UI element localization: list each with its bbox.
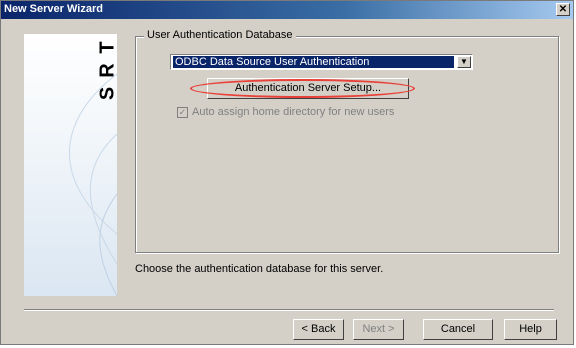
select-selected-value: ODBC Data Source User Authentication [173,56,454,68]
step-description: Choose the authentication database for t… [135,263,384,275]
title-bar[interactable]: New Server Wizard ✕ [1,1,573,19]
chevron-down-icon[interactable]: ▼ [457,56,471,68]
next-button[interactable]: Next > [353,319,404,340]
banner-logo: T R S [96,36,118,105]
banner-letter: R [96,63,118,78]
auto-assign-label: Auto assign home directory for new users [192,106,395,118]
footer-separator [24,309,554,311]
authentication-database-select[interactable]: ODBC Data Source User Authentication ▼ [170,54,473,70]
wizard-banner-image: T R S [24,34,117,296]
highlight-annotation [190,79,415,98]
close-icon: ✕ [558,4,568,15]
close-button[interactable]: ✕ [556,3,570,16]
help-button[interactable]: Help [504,319,557,340]
banner-letter: S [96,86,118,101]
window-title: New Server Wizard [4,3,103,15]
group-label: User Authentication Database [144,29,296,41]
banner-letter: T [96,41,118,54]
cancel-button[interactable]: Cancel [423,319,493,340]
back-button[interactable]: < Back [293,319,344,340]
auto-assign-checkbox[interactable]: ✓ [177,107,188,118]
wizard-window: New Server Wizard ✕ T R S User Authentic… [0,0,574,345]
